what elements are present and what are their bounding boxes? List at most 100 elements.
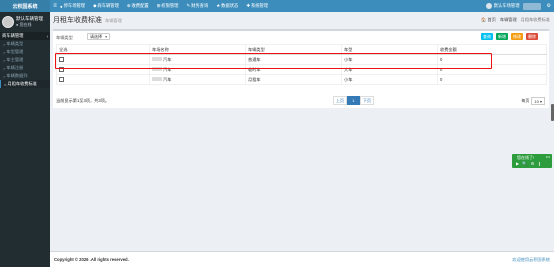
user-avatar-icon[interactable] bbox=[485, 3, 492, 9]
page-size-select[interactable]: 10 ▾ bbox=[531, 97, 545, 105]
copyright: Copyright © 2026 .All rights reserved. bbox=[54, 257, 129, 262]
nav-permission[interactable]: ⊞ 权限管理 bbox=[157, 3, 179, 9]
nav-icon: ⊞ bbox=[156, 3, 161, 8]
pagination: 上页 1 下页 bbox=[333, 96, 374, 105]
top-user-name[interactable]: 默认车场管理 bbox=[494, 3, 520, 9]
more-icon[interactable]: ••• bbox=[546, 154, 550, 159]
sidebar-item-register[interactable]: ○ 车辆注册 bbox=[0, 64, 50, 72]
next-page-button[interactable]: 下页 bbox=[360, 96, 374, 105]
delete-button[interactable]: 删除 bbox=[526, 33, 538, 40]
sidebar: 云积国系统 默认车辆管理 ● 您在线 商车辆管理 ‹ ○ 车辆类型 ○ 车型管理 ○… bbox=[0, 0, 50, 267]
sidebar-section-label: 商车辆管理 bbox=[2, 33, 24, 38]
circle-icon: ○ bbox=[3, 41, 6, 47]
lot-name-cell: 汽车 bbox=[149, 74, 246, 85]
nav-icon: ✎ bbox=[186, 3, 191, 8]
model-cell: 小车 bbox=[341, 74, 438, 85]
vehicle-type-select[interactable]: 请选择 ▾ bbox=[87, 33, 110, 40]
vehicle-type-cell: 月租车 bbox=[245, 74, 342, 85]
nav-finance[interactable]: ✎ 财务查询 bbox=[186, 3, 208, 9]
pagination-info: 当前显示第1至3项，共3项。 bbox=[56, 98, 110, 103]
sidebar-item-monthly-fee[interactable]: ○ 月租车收费标准 bbox=[0, 80, 50, 88]
column-header[interactable]: 车辆类型 bbox=[245, 44, 342, 55]
table-row[interactable]: 汽车 月租车 小车 0 bbox=[56, 74, 547, 85]
content-box: 车辆类型 请选择 ▾ 查询 新增 修改 删除 全选 车场名称 车辆类型 车型 收… bbox=[53, 29, 549, 108]
nav-system[interactable]: ✚ 系统管理 bbox=[246, 3, 268, 9]
user-panel: 默认车辆管理 ● 您在线 bbox=[0, 12, 50, 32]
content-header: 月租车收费标准 车辆管理 🏠 首页 车辆管理 月租车收费标准 bbox=[50, 12, 554, 27]
circle-icon: ○ bbox=[3, 57, 6, 63]
nav-fee-config[interactable]: ⊕ 收费配置 bbox=[127, 3, 149, 9]
search-label: 车辆类型 bbox=[56, 35, 73, 40]
nav-parking[interactable]: ● 停车场管理 bbox=[60, 3, 85, 9]
sidebar-section-vehicle[interactable]: 商车辆管理 ‹ bbox=[0, 32, 50, 40]
fee-cell: 0 bbox=[437, 54, 547, 65]
column-header[interactable]: 车场名称 bbox=[149, 44, 246, 55]
breadcrumb-current: 月租车收费标准 bbox=[520, 17, 550, 22]
circle-icon: ○ bbox=[3, 49, 6, 55]
redacted-block bbox=[152, 77, 162, 82]
breadcrumb: 🏠 首页 车辆管理 月租车收费标准 bbox=[477, 17, 550, 23]
checkbox[interactable] bbox=[59, 77, 64, 83]
row-checkbox-cell[interactable] bbox=[56, 64, 150, 75]
checkbox[interactable] bbox=[59, 67, 64, 73]
lot-name-cell: 汽车 bbox=[149, 54, 246, 65]
vehicle-type-cell: 临时车 bbox=[245, 64, 342, 75]
sidebar-item-owner[interactable]: ○ 车主管理 bbox=[0, 56, 50, 64]
redacted-block bbox=[152, 57, 162, 62]
page-size-label: 每页 bbox=[521, 98, 530, 103]
plus-icon: ✚ bbox=[246, 3, 250, 8]
sidebar-item-model[interactable]: ○ 车型管理 bbox=[0, 48, 50, 56]
nav-icon: ● bbox=[60, 3, 63, 9]
menu-toggle-icon[interactable]: ≡ bbox=[50, 3, 60, 9]
floating-widget[interactable]: 您在线了! ••• ▶ 🔍 ⚙ ❙ bbox=[512, 154, 552, 168]
page-title: 月租车收费标准 bbox=[53, 16, 102, 24]
app-logo[interactable]: 云积国系统 bbox=[0, 0, 50, 12]
nav-icon: ⊕ bbox=[126, 3, 131, 8]
breadcrumb-vehicle[interactable]: 车辆管理 bbox=[500, 17, 517, 23]
footer-welcome: 欢迎使用云积国系统 bbox=[512, 256, 550, 262]
top-navbar: ≡ ● 停车场管理 ◆ 商车辆管理 ⊕ 收费配置 ⊞ 权限管理 ✎ 财务查询 ★ 数据状态 … bbox=[50, 0, 554, 12]
sidebar-item-data[interactable]: ○ 车辆数据列 bbox=[0, 72, 50, 80]
chevron-down-icon: ▾ bbox=[539, 98, 542, 104]
edit-button[interactable]: 修改 bbox=[511, 33, 523, 40]
column-header[interactable]: 收费金额 bbox=[437, 44, 547, 55]
vehicle-type-cell: 普通车 bbox=[245, 54, 342, 65]
column-header[interactable]: 车型 bbox=[341, 44, 438, 55]
page-subtitle: 车辆管理 bbox=[105, 17, 122, 23]
footer: Copyright © 2026 .All rights reserved. 欢… bbox=[50, 251, 554, 267]
redacted-block bbox=[152, 67, 162, 72]
query-button[interactable]: 查询 bbox=[481, 33, 493, 40]
redacted-block bbox=[522, 2, 541, 10]
nav-data-status[interactable]: ★ 数据状态 bbox=[216, 3, 238, 9]
row-checkbox-cell[interactable] bbox=[56, 74, 150, 85]
checkbox[interactable] bbox=[59, 57, 64, 63]
prev-page-button[interactable]: 上页 bbox=[333, 96, 347, 105]
circle-icon: ○ bbox=[3, 73, 6, 79]
lot-name-cell: 汽车 bbox=[149, 64, 246, 75]
chevron-left-icon: ‹ bbox=[46, 33, 48, 39]
nav-icon: ◆ bbox=[93, 3, 97, 8]
user-status: ● 您在线 bbox=[16, 22, 32, 27]
select-all-header[interactable]: 全选 bbox=[56, 44, 150, 55]
widget-tools-icon[interactable]: ▶ 🔍 ⚙ ❙ bbox=[516, 161, 542, 167]
circle-icon: ○ bbox=[3, 65, 6, 71]
chevron-down-icon: ▾ bbox=[105, 35, 107, 39]
circle-icon: ○ bbox=[4, 81, 7, 87]
gear-icon[interactable]: ⚙ bbox=[547, 3, 551, 9]
model-cell: 小车 bbox=[341, 54, 438, 65]
toolbar: 车辆类型 请选择 ▾ 查询 新增 修改 删除 bbox=[55, 33, 547, 42]
table-header-row: 全选 车场名称 车辆类型 车型 收费金额 bbox=[56, 44, 547, 55]
add-button[interactable]: 新增 bbox=[496, 33, 508, 40]
table-row[interactable]: 汽车 普通车 小车 0 bbox=[56, 54, 547, 65]
fee-cell: 0 bbox=[437, 64, 547, 75]
row-checkbox-cell[interactable] bbox=[56, 54, 150, 65]
nav-vehicle[interactable]: ◆ 商车辆管理 bbox=[93, 3, 119, 9]
page-number-button[interactable]: 1 bbox=[347, 96, 360, 105]
fee-cell: 0 bbox=[437, 74, 547, 85]
sidebar-item-vehicle-type[interactable]: ○ 车辆类型 bbox=[0, 40, 50, 48]
fee-table: 全选 车场名称 车辆类型 车型 收费金额 汽车 普通车 小车 0 汽车 临时车 … bbox=[56, 44, 547, 85]
breadcrumb-home[interactable]: 🏠 首页 bbox=[481, 17, 496, 23]
model-cell: 大车 bbox=[341, 64, 438, 75]
star-icon: ★ bbox=[216, 3, 221, 8]
table-row[interactable]: 汽车 临时车 大车 0 bbox=[56, 64, 547, 75]
